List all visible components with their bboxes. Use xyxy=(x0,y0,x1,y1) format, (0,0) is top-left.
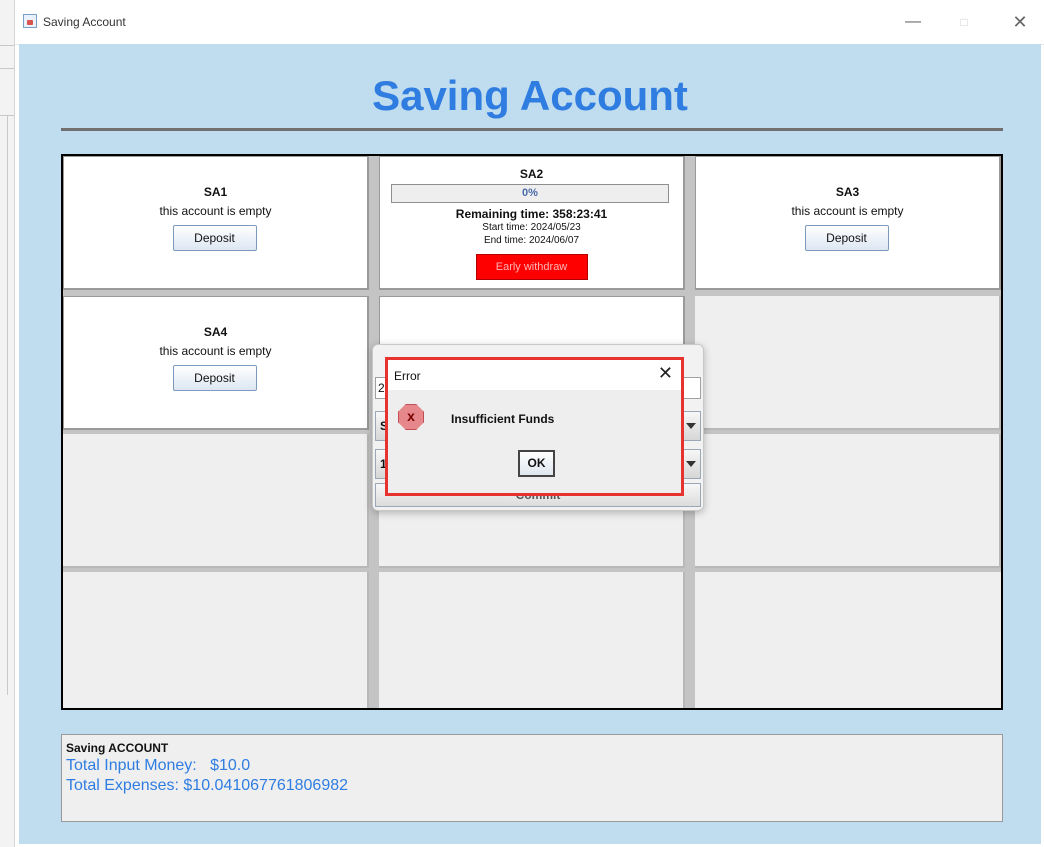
early-withdraw-button[interactable]: Early withdraw xyxy=(475,254,588,280)
account-name: SA2 xyxy=(519,167,544,181)
account-name: SA1 xyxy=(203,185,228,199)
app-window: Saving Account — □ ✕ Saving Account SA1 … xyxy=(14,0,1044,847)
error-dialog-titlebar[interactable]: Error ✕ xyxy=(388,360,681,390)
account-status: this account is empty xyxy=(791,204,904,218)
chevron-down-icon xyxy=(686,423,696,429)
account-status: this account is empty xyxy=(159,344,272,358)
grid-cell-empty xyxy=(695,572,1001,708)
end-time: End time: 2024/06/07 xyxy=(483,235,580,246)
start-time: Start time: 2024/05/23 xyxy=(482,222,581,233)
heading-divider xyxy=(61,128,1003,131)
total-expenses-row: Total Expenses: $10.041067761806982 xyxy=(66,777,348,795)
error-dialog-body: x Insufficient Funds OK xyxy=(388,390,681,493)
account-name: SA4 xyxy=(203,325,228,339)
account-card-sa3: SA3 this account is empty Deposit xyxy=(695,156,1001,290)
minimize-button[interactable]: — xyxy=(898,10,928,34)
deposit-button[interactable]: Deposit xyxy=(172,365,257,391)
grid-cell-empty xyxy=(63,434,369,568)
grid-cell-empty xyxy=(695,434,1001,568)
account-name: SA3 xyxy=(835,185,860,199)
grid-cell-empty xyxy=(63,572,369,708)
maximize-button[interactable]: □ xyxy=(949,10,979,34)
grid-cell-empty xyxy=(379,572,685,708)
close-icon[interactable]: ✕ xyxy=(658,363,673,384)
remaining-time: Remaining time: 358:23:41 xyxy=(455,207,608,221)
close-button[interactable]: ✕ xyxy=(1005,10,1035,34)
total-input-label: Total Input Money: xyxy=(66,757,197,774)
deposit-button[interactable]: Deposit xyxy=(804,225,889,251)
deposit-button[interactable]: Deposit xyxy=(172,225,257,251)
account-status: this account is empty xyxy=(159,204,272,218)
summary-title: Saving ACCOUNT xyxy=(66,741,169,755)
error-dialog-title: Error xyxy=(394,369,421,383)
account-card-sa2: SA2 0% Remaining time: 358:23:41 Start t… xyxy=(379,156,685,290)
account-card-sa1: SA1 this account is empty Deposit xyxy=(63,156,369,290)
grid-cell-empty xyxy=(695,296,1001,430)
progress-bar: 0% xyxy=(391,184,669,203)
content-panel: Saving Account SA1 this account is empty… xyxy=(19,44,1041,844)
total-input-value: $10.0 xyxy=(210,757,251,774)
page-title: Saving Account xyxy=(372,72,688,119)
chevron-down-icon xyxy=(686,461,696,467)
error-dialog: Error ✕ x Insufficient Funds OK xyxy=(385,357,684,496)
total-expenses-label: Total Expenses: xyxy=(66,777,179,794)
title-bar[interactable]: Saving Account — □ ✕ xyxy=(15,0,1044,45)
summary-panel: Saving ACCOUNT Total Input Money: $10.0 … xyxy=(61,734,1003,822)
java-cup-icon xyxy=(23,14,37,28)
error-message: Insufficient Funds xyxy=(451,412,555,426)
account-card-sa4: SA4 this account is empty Deposit xyxy=(63,296,369,430)
error-icon: x xyxy=(398,404,424,430)
ok-button[interactable]: OK xyxy=(518,450,555,477)
window-title: Saving Account xyxy=(43,15,126,29)
desktop-background xyxy=(0,0,14,847)
total-input-row: Total Input Money: $10.0 xyxy=(66,757,250,775)
total-expenses-value: $10.041067761806982 xyxy=(183,777,349,794)
